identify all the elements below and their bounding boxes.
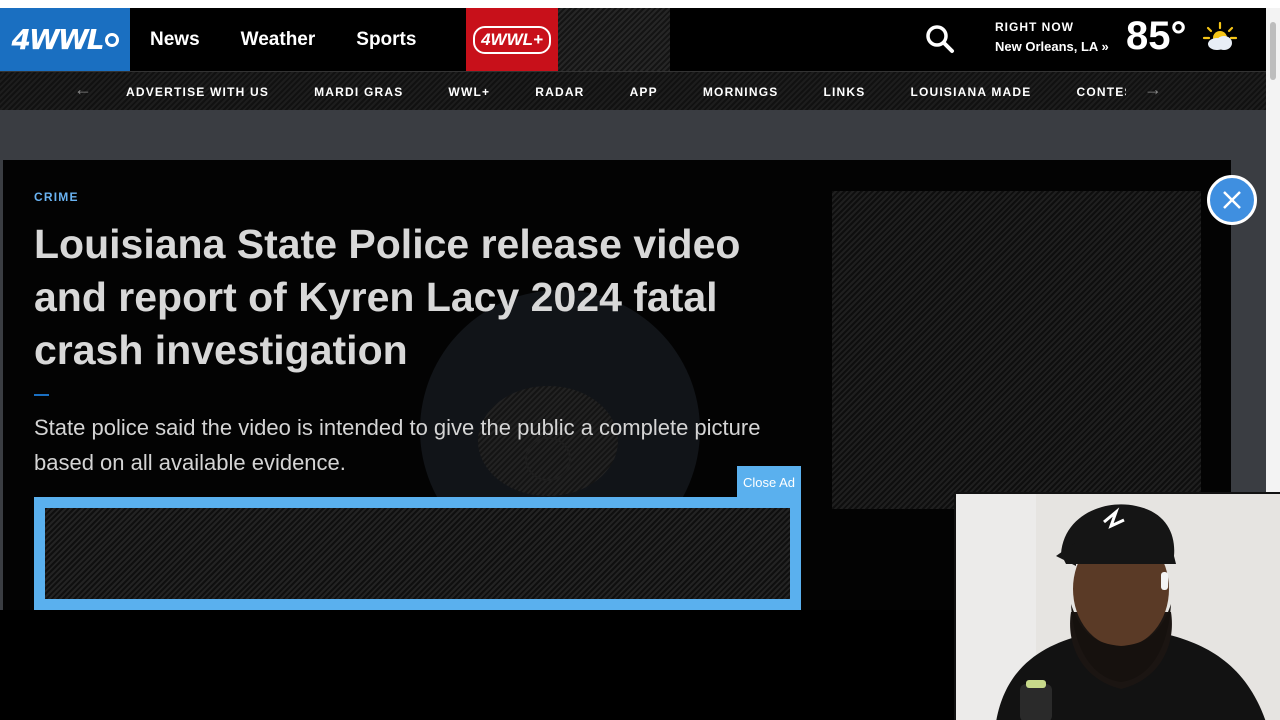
webcam-person-image bbox=[956, 494, 1280, 720]
header-ad-slot bbox=[558, 8, 670, 71]
subnav-louisiana-made[interactable]: LOUISIANA MADE bbox=[910, 85, 1031, 99]
bottom-ad-frame bbox=[34, 497, 801, 610]
wwl-plus-tab[interactable]: 4WWL+ bbox=[466, 8, 558, 71]
nav-sports[interactable]: Sports bbox=[356, 29, 416, 51]
close-overlay-button[interactable] bbox=[1207, 175, 1257, 225]
subnav-links[interactable]: LINKS bbox=[823, 85, 865, 99]
weather-location-link[interactable]: New Orleans, LA » bbox=[995, 39, 1109, 54]
logo-text: 4WWL bbox=[11, 23, 104, 56]
subnav-app[interactable]: APP bbox=[630, 85, 658, 99]
nav-weather[interactable]: Weather bbox=[241, 29, 316, 51]
subnav-items: ADVERTISE WITH US MARDI GRAS WWL+ RADAR … bbox=[126, 72, 1126, 111]
article-dek: State police said the video is intended … bbox=[34, 415, 761, 475]
page-scrollbar[interactable] bbox=[1266, 8, 1280, 492]
article-headline: Louisiana State Police release video and… bbox=[34, 221, 741, 373]
main-nav: News Weather Sports bbox=[150, 8, 457, 71]
browser-top-edge bbox=[0, 0, 1280, 8]
browser-viewport: 4WWL News Weather Sports 4WWL+ RIGHT NOW… bbox=[0, 0, 1280, 720]
site-header: 4WWL News Weather Sports 4WWL+ RIGHT NOW… bbox=[0, 8, 1266, 71]
headline-rule bbox=[34, 394, 49, 396]
subnav-advertise[interactable]: ADVERTISE WITH US bbox=[126, 85, 269, 99]
subnav-radar[interactable]: RADAR bbox=[535, 85, 584, 99]
subnav-contests[interactable]: CONTESTS bbox=[1076, 85, 1126, 99]
subnav-wwl-plus[interactable]: WWL+ bbox=[448, 85, 490, 99]
scrollbar-thumb[interactable] bbox=[1270, 22, 1276, 80]
sub-nav: ← ADVERTISE WITH US MARDI GRAS WWL+ RADA… bbox=[0, 71, 1266, 110]
bottom-ad[interactable] bbox=[45, 508, 790, 599]
subnav-mardi-gras[interactable]: MARDI GRAS bbox=[314, 85, 403, 99]
search-icon[interactable] bbox=[925, 24, 955, 54]
webcam-overlay bbox=[954, 492, 1280, 720]
partly-sunny-icon bbox=[1202, 21, 1238, 50]
article-category[interactable]: CRIME bbox=[34, 190, 79, 204]
wwl-plus-logo: 4WWL+ bbox=[473, 25, 551, 54]
site-logo[interactable]: 4WWL bbox=[0, 8, 130, 71]
weather-temperature[interactable]: 85° bbox=[1126, 14, 1187, 59]
subnav-mornings[interactable]: MORNINGS bbox=[703, 85, 779, 99]
cbs-eye-icon bbox=[104, 32, 119, 47]
subnav-next-arrow[interactable]: → bbox=[1144, 79, 1162, 100]
nav-news[interactable]: News bbox=[150, 29, 200, 51]
subnav-prev-arrow[interactable]: ← bbox=[74, 79, 92, 100]
sidebar-ad[interactable] bbox=[832, 191, 1201, 509]
close-ad-button[interactable]: Close Ad bbox=[737, 466, 801, 498]
weather-label: RIGHT NOW bbox=[995, 20, 1074, 34]
close-icon bbox=[1223, 191, 1241, 209]
